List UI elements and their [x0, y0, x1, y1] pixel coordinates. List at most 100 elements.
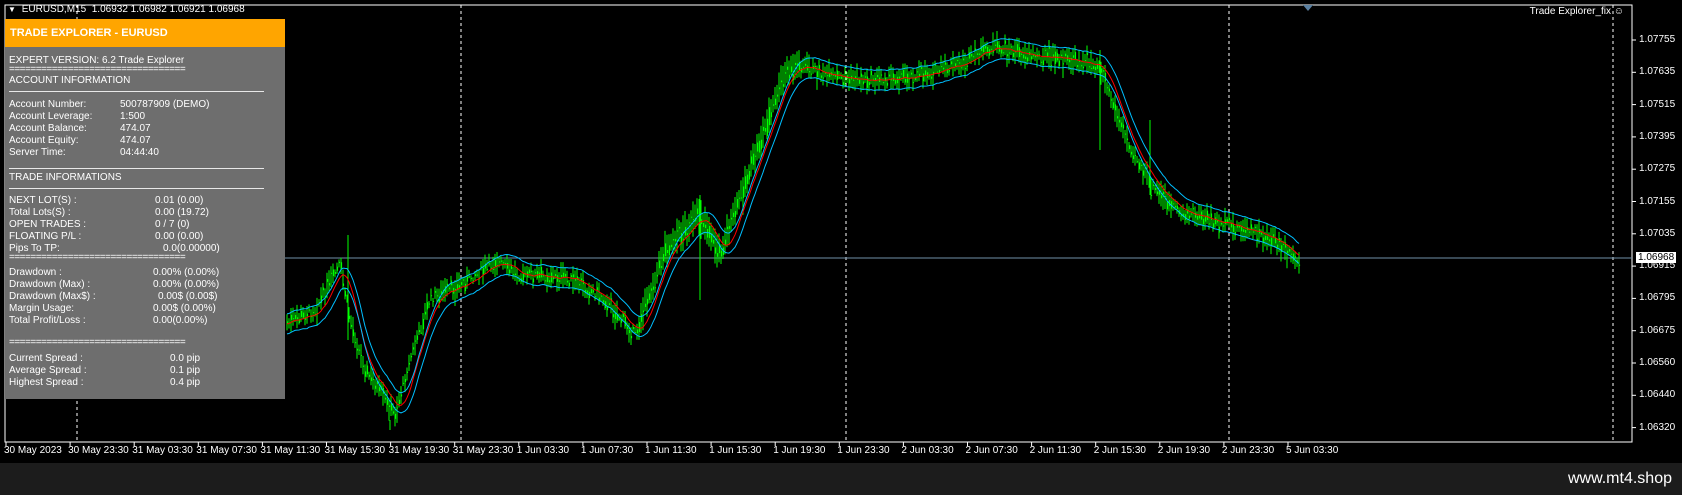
candle-body	[508, 269, 511, 274]
candle-body	[734, 211, 737, 218]
candle-body	[648, 293, 651, 300]
time-tick-label: 2 Jun 03:30	[901, 445, 954, 456]
candle-body	[344, 291, 347, 297]
candle-body	[1074, 52, 1077, 60]
candle-body	[502, 262, 505, 264]
candle-body	[1084, 60, 1087, 62]
candle-body	[746, 174, 749, 185]
symbol-title: ▼ EURUSD,M15 1.06932 1.06982 1.06921 1.0…	[8, 4, 245, 15]
candle-body	[1264, 235, 1267, 241]
indicator-label[interactable]: Trade Explorer_fix ☺	[1530, 6, 1624, 17]
candle-body	[622, 313, 625, 318]
candle-body	[1192, 208, 1195, 210]
candle-body	[1282, 243, 1285, 245]
candle-body	[868, 82, 871, 86]
price-tick-label: 1.07275	[1639, 163, 1676, 175]
candle-body	[1176, 205, 1179, 210]
lower-band-line	[286, 58, 1300, 414]
candle-body	[1092, 66, 1095, 69]
candle-body	[964, 68, 967, 70]
candle-body	[398, 399, 401, 405]
account-number-label: Account Number:	[9, 99, 87, 110]
trade-explorer-panel: TRADE EXPLORER - EURUSD EXPERT VERSION: …	[5, 19, 285, 399]
candle-body	[870, 71, 873, 76]
time-tick-label: 30 May 2023	[4, 445, 62, 456]
candle-body	[788, 74, 791, 79]
candle-body	[984, 45, 987, 49]
drawdown-value: 0.00% (0.00%)	[153, 267, 220, 278]
candle-body	[1224, 219, 1227, 225]
symbol-name: EURUSD,M15	[21, 4, 87, 15]
candle-body	[730, 217, 733, 220]
candle-body	[356, 348, 359, 351]
candle-body	[334, 271, 337, 274]
panel-title: TRADE EXPLORER - EURUSD	[5, 19, 285, 47]
candle-body	[688, 222, 691, 224]
symbol-quotes: 1.06932 1.06982 1.06921 1.06968	[91, 4, 245, 15]
candle-body	[1242, 229, 1245, 232]
time-tick-label: 31 May 15:30	[324, 445, 386, 456]
candle-body	[358, 349, 361, 351]
drawdown-label: Drawdown :	[9, 267, 62, 278]
candle-body	[930, 76, 933, 79]
candle-body	[306, 313, 309, 317]
average-spread-label: Average Spread :	[9, 365, 87, 376]
candle-body	[424, 311, 427, 315]
candle-body	[1138, 162, 1141, 170]
candle-body	[752, 153, 755, 165]
footer-bar	[0, 463, 1682, 495]
candle-body	[600, 295, 603, 297]
candle-body	[778, 87, 781, 90]
candle-body	[466, 276, 469, 282]
candle-body	[1174, 205, 1177, 208]
candle-body	[592, 290, 595, 293]
candle-body	[1006, 54, 1009, 57]
candle-body	[784, 72, 787, 74]
candle-body	[726, 226, 729, 230]
candle-body	[336, 266, 339, 271]
candle-body	[1016, 44, 1019, 51]
candle-body	[762, 126, 765, 131]
candle-body	[770, 112, 773, 118]
candle-body	[422, 318, 425, 330]
candle-body	[1000, 49, 1003, 54]
current-spread-label: Current Spread :	[9, 353, 83, 364]
candle-body	[820, 75, 823, 78]
price-tick-label: 1.06320	[1639, 421, 1676, 433]
menu-triangle-icon[interactable]: ▼	[8, 5, 16, 14]
candle-body	[736, 199, 739, 208]
candle-body	[958, 62, 961, 64]
candle-body	[374, 385, 377, 389]
account-header: ACCOUNT INFORMATION	[9, 75, 131, 86]
candle-body	[568, 282, 571, 287]
candle-body	[948, 70, 951, 72]
candle-body	[1208, 223, 1211, 225]
candle-body	[286, 321, 289, 324]
candle-body	[896, 76, 899, 84]
price-tick-label: 1.07515	[1639, 98, 1676, 110]
total-profit-value: 0.00(0.00%)	[153, 315, 208, 326]
candle-body	[1030, 56, 1033, 60]
candle-body	[704, 224, 707, 229]
candle-body	[1020, 53, 1023, 55]
candle-body	[766, 118, 769, 137]
candle-body	[1150, 195, 1153, 197]
candle-body	[760, 139, 763, 150]
account-equity-label: Account Equity:	[9, 135, 79, 146]
candle-body	[1058, 60, 1061, 67]
candle-body	[1232, 223, 1235, 232]
candle-body	[414, 340, 417, 342]
candle-body	[530, 270, 533, 273]
candle-body	[386, 399, 389, 405]
candle-body	[976, 53, 979, 55]
candle-body	[802, 66, 805, 68]
candle-body	[1152, 184, 1155, 186]
open-trades-value: 0 / 7 (0)	[155, 219, 190, 230]
candle-body	[1228, 217, 1231, 221]
candle-body	[654, 287, 657, 289]
candle-body	[1122, 124, 1125, 129]
candle-body	[1230, 223, 1233, 228]
candle-body	[892, 73, 895, 81]
candle-body	[860, 73, 863, 77]
candle-body	[308, 309, 311, 311]
